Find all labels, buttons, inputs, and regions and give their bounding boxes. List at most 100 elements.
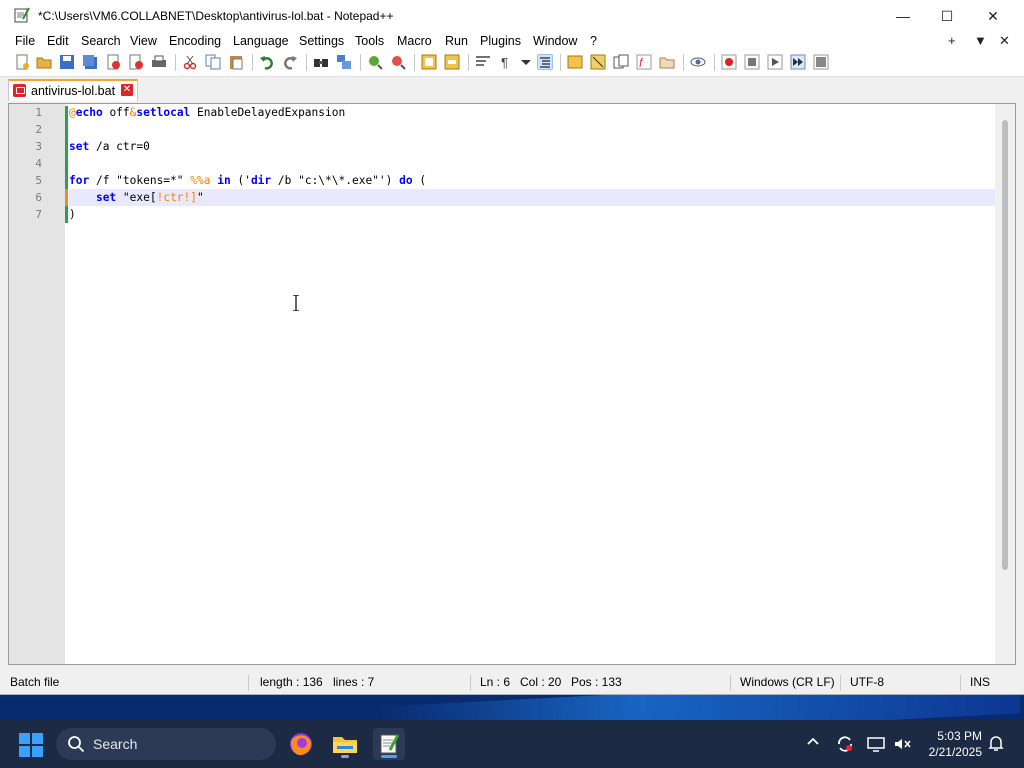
close-window-button[interactable]: ✕ <box>970 0 1016 32</box>
macro-stop-icon[interactable] <box>744 54 760 70</box>
show-hidden-icons-chevron-icon[interactable] <box>803 734 823 754</box>
code-line: set /a ctr=0 <box>69 138 150 155</box>
close-all-icon[interactable] <box>128 54 144 70</box>
dropdown-arrow-icon[interactable] <box>518 54 534 70</box>
paste-icon[interactable] <box>228 54 244 70</box>
minimize-icon: — <box>896 8 910 24</box>
menu-view[interactable]: View <box>130 34 157 48</box>
status-separator <box>840 675 841 691</box>
menu-window[interactable]: Window <box>533 34 577 48</box>
menu-edit[interactable]: Edit <box>47 34 69 48</box>
code-line: ) <box>69 206 76 223</box>
code-token: "exe[ <box>116 191 157 204</box>
code-text-area[interactable]: @echo off&setlocal EnableDelayedExpansio… <box>69 104 995 664</box>
monitoring-eye-icon[interactable] <box>690 54 706 70</box>
network-icon[interactable] <box>866 734 886 754</box>
menu-settings[interactable]: Settings <box>299 34 344 48</box>
status-insert-mode[interactable]: INS <box>970 675 990 689</box>
notification-bell-icon[interactable] <box>986 734 1006 754</box>
code-token: setlocal <box>136 106 191 119</box>
firefox-taskbar-app[interactable] <box>285 728 317 760</box>
macro-record-icon[interactable] <box>721 54 737 70</box>
status-file-type: Batch file <box>10 675 60 689</box>
code-token: do <box>399 174 413 187</box>
undo-icon[interactable] <box>259 54 275 70</box>
toolbar-separator <box>468 54 469 71</box>
vertical-scrollbar[interactable] <box>995 104 1015 664</box>
code-editor[interactable]: 1 2 3 4 5 6 7 @echo off&setlocal EnableD… <box>8 103 1016 665</box>
show-all-chars-icon[interactable]: ¶ <box>498 54 514 70</box>
toolbar-separator <box>360 54 361 71</box>
doc-list-icon[interactable] <box>613 54 629 70</box>
code-line: @echo off&setlocal EnableDelayedExpansio… <box>69 104 345 121</box>
doc-map-icon[interactable] <box>590 54 606 70</box>
sync-vertical-icon[interactable] <box>421 54 437 70</box>
indent-guide-icon[interactable] <box>537 54 553 70</box>
save-icon[interactable] <box>59 54 75 70</box>
cut-icon[interactable] <box>182 54 198 70</box>
system-clock[interactable]: 5:03 PM 2/21/2025 <box>902 728 982 760</box>
status-column: Col : 20 <box>520 675 562 689</box>
code-token: EnableDelayedExpansion <box>190 106 346 119</box>
toolbar-separator <box>175 54 176 71</box>
code-token: off <box>102 106 130 119</box>
user-lang-icon[interactable] <box>567 54 583 70</box>
menu-tools[interactable]: Tools <box>355 34 384 48</box>
macro-run-multiple-icon[interactable] <box>790 54 806 70</box>
new-file-icon[interactable] <box>14 54 30 70</box>
sync-status-icon[interactable] <box>835 734 855 754</box>
macro-play-icon[interactable] <box>767 54 783 70</box>
notepadpp-app-icon <box>14 7 30 23</box>
unsaved-file-icon <box>13 84 26 97</box>
tab-close-icon[interactable]: ✕ <box>121 84 133 96</box>
folder-workspace-icon[interactable] <box>659 54 675 70</box>
macro-save-icon[interactable] <box>813 54 829 70</box>
menu-run[interactable]: Run <box>445 34 468 48</box>
search-placeholder: Search <box>93 736 138 752</box>
close-file-icon[interactable] <box>105 54 121 70</box>
new-tab-plus-icon[interactable]: + <box>948 33 956 48</box>
menu-plugins[interactable]: Plugins <box>480 34 521 48</box>
minimize-button[interactable]: — <box>880 0 926 32</box>
status-encoding[interactable]: UTF-8 <box>850 675 884 689</box>
windows-start-icon[interactable] <box>18 732 44 758</box>
line-number-gutter <box>9 104 67 664</box>
status-length: length : 136 <box>260 675 323 689</box>
tab-antivirus-lol[interactable]: antivirus-lol.bat ✕ <box>8 79 138 101</box>
line-number: 5 <box>35 174 42 187</box>
window-title: *C:\Users\VM6.COLLABNET\Desktop\antiviru… <box>38 9 394 23</box>
save-all-icon[interactable] <box>82 54 98 70</box>
sync-horizontal-icon[interactable] <box>444 54 460 70</box>
menu-file[interactable]: File <box>15 34 35 48</box>
svg-text:¶: ¶ <box>501 55 508 70</box>
function-list-icon[interactable]: f <box>636 54 652 70</box>
toolbar-separator <box>306 54 307 71</box>
menu-help[interactable]: ? <box>590 34 597 48</box>
menu-language[interactable]: Language <box>233 34 289 48</box>
code-token: (' <box>230 174 251 187</box>
zoom-out-icon[interactable] <box>390 54 406 70</box>
copy-icon[interactable] <box>205 54 221 70</box>
file-explorer-taskbar-app[interactable] <box>329 728 361 760</box>
maximize-button[interactable]: ☐ <box>924 0 970 32</box>
line-number: 7 <box>35 208 42 221</box>
print-icon[interactable] <box>151 54 167 70</box>
redo-icon[interactable] <box>282 54 298 70</box>
open-file-icon[interactable] <box>36 54 52 70</box>
taskbar-search-box[interactable]: Search <box>56 728 276 760</box>
replace-icon[interactable] <box>336 54 352 70</box>
zoom-in-icon[interactable] <box>367 54 383 70</box>
word-wrap-icon[interactable] <box>475 54 491 70</box>
menu-macro[interactable]: Macro <box>397 34 432 48</box>
menu-encoding[interactable]: Encoding <box>169 34 221 48</box>
line-number: 1 <box>35 106 42 119</box>
notepadpp-taskbar-app[interactable] <box>373 728 405 760</box>
close-document-icon[interactable]: ✕ <box>999 33 1010 49</box>
line-number: 6 <box>35 191 42 204</box>
status-eol[interactable]: Windows (CR LF) <box>740 675 835 689</box>
scrollbar-thumb[interactable] <box>1002 120 1008 570</box>
menu-search[interactable]: Search <box>81 34 121 48</box>
find-icon[interactable] <box>313 54 329 70</box>
tab-list-dropdown-icon[interactable]: ▼ <box>974 33 987 48</box>
